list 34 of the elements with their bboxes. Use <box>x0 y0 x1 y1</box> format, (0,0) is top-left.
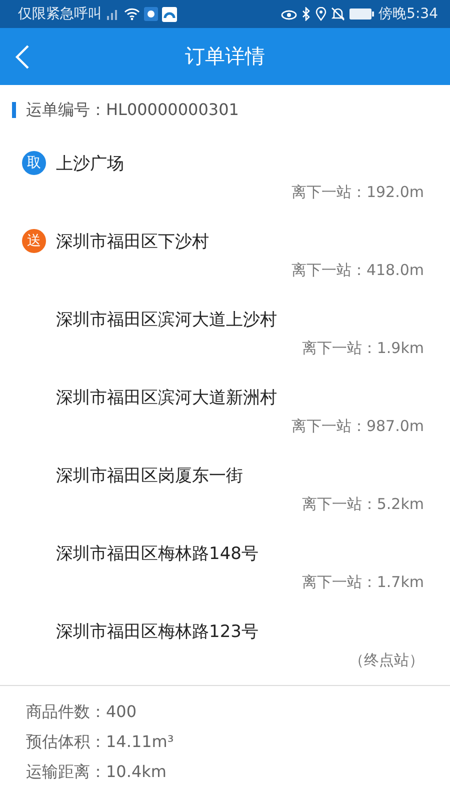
stop-address: 深圳市福田区滨河大道上沙村 <box>56 308 277 330</box>
signal-icon <box>106 7 120 21</box>
stop-address: 深圳市福田区梅林路123号 <box>56 620 258 642</box>
summary-text: 商品件数：400 <box>26 702 137 722</box>
clock-text: 傍晚5:34 <box>378 5 438 23</box>
order-number: 运单编号：HL00000000301 <box>26 100 239 120</box>
distance-text: 离下一站：5.2km <box>302 494 424 514</box>
distance-text: 离下一站：192.0m <box>291 182 424 202</box>
page-title: 订单详情 <box>185 43 265 70</box>
distance-text: 离下一站：987.0m <box>291 416 424 436</box>
eye-icon <box>280 8 297 20</box>
accent-bar <box>12 102 16 118</box>
distance-text: （终点站） <box>349 650 424 670</box>
delivery-badge: 送 <box>22 229 46 253</box>
location-icon <box>314 7 327 21</box>
carrier-text: 仅限紧急呼叫 <box>18 5 102 23</box>
back-icon <box>14 44 32 70</box>
summary-text: 运输距离：10.4km <box>26 762 166 782</box>
stop-address: 深圳市福田区梅林路148号 <box>56 542 258 564</box>
battery-icon <box>348 8 375 20</box>
stop-address: 深圳市福田区岗厦东一街 <box>56 464 243 486</box>
wifi-icon <box>124 7 140 21</box>
bell-muted-icon <box>330 7 345 21</box>
app-icon <box>162 6 177 22</box>
stop-address: 深圳市福田区下沙村 <box>56 230 209 252</box>
pickup-badge: 取 <box>22 151 46 175</box>
stop-address: 上沙广场 <box>56 152 124 174</box>
distance-text: 离下一站：418.0m <box>291 260 424 280</box>
app-icon <box>144 7 158 21</box>
summary-text: 预估体积：14.11m³ <box>26 732 174 752</box>
stop-address: 深圳市福田区滨河大道新洲村 <box>56 386 277 408</box>
distance-text: 离下一站：1.9km <box>302 338 424 358</box>
distance-text: 离下一站：1.7km <box>302 572 424 592</box>
bluetooth-icon <box>300 7 311 21</box>
